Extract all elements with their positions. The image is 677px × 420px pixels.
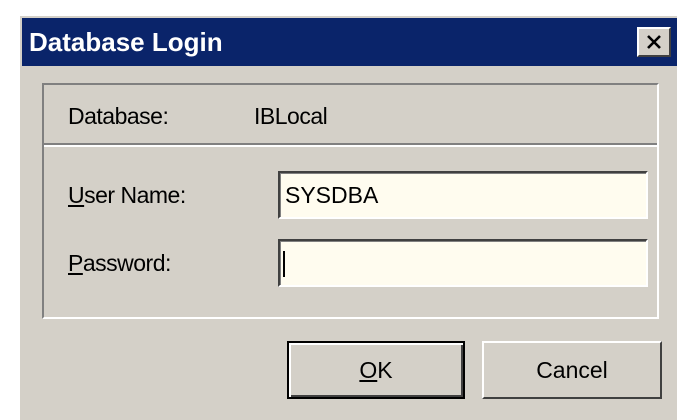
cancel-button[interactable]: Cancel — [482, 341, 662, 399]
login-fields-group: Database: IBLocal User Name: Password: — [42, 83, 659, 319]
title-bar[interactable]: Database Login — [22, 18, 677, 66]
password-label-mnemonic: P — [68, 250, 83, 276]
dialog-title: Database Login — [29, 27, 223, 57]
ok-button-mnemonic: O — [359, 357, 378, 383]
text-caret — [283, 251, 285, 277]
database-value: IBLocal — [254, 103, 328, 129]
ok-button-rest: K — [377, 357, 393, 383]
group-divider — [44, 143, 657, 147]
close-button[interactable] — [637, 27, 671, 57]
password-input[interactable] — [278, 239, 648, 287]
password-label: Password: — [68, 249, 171, 277]
username-label-rest: ser Name: — [84, 182, 186, 208]
close-icon — [647, 35, 661, 49]
database-login-dialog: Database Login Database: IBLocal User Na… — [18, 14, 677, 420]
username-label: User Name: — [68, 181, 186, 209]
username-label-mnemonic: U — [68, 182, 85, 208]
username-input[interactable] — [278, 171, 648, 219]
password-label-rest: assword: — [82, 250, 172, 276]
ok-button[interactable]: OK — [287, 341, 465, 399]
database-label: Database: — [68, 103, 169, 129]
